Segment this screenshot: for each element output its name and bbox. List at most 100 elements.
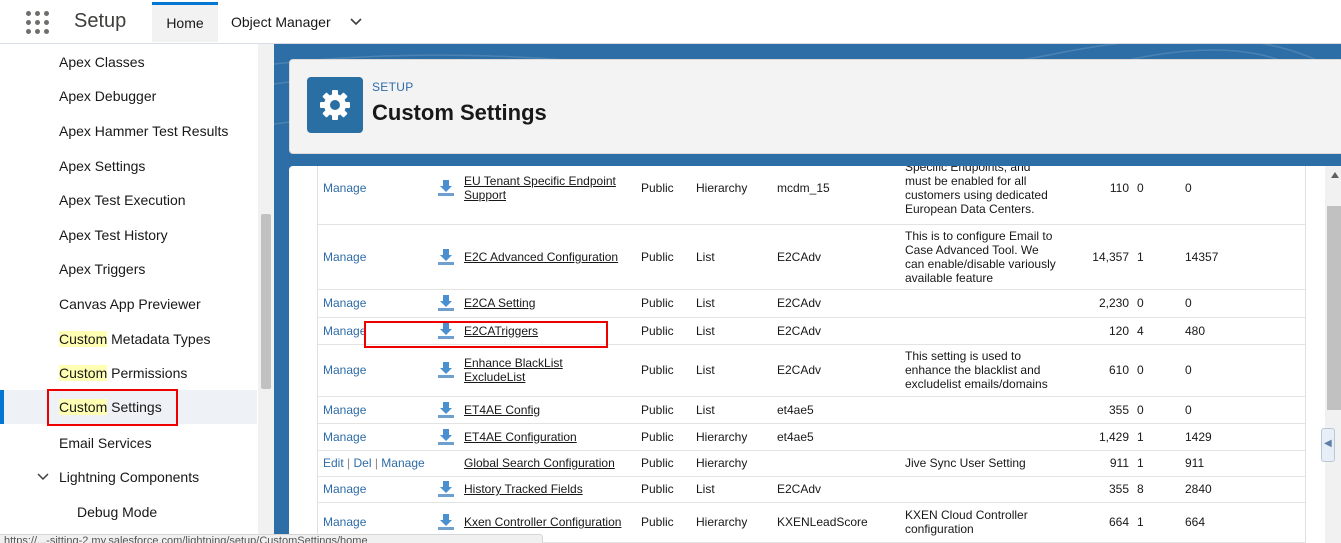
total-cell: 1429	[1185, 423, 1305, 451]
manage-link[interactable]: Manage	[318, 476, 428, 503]
size-cell: 14,357	[1065, 224, 1137, 290]
sidebar-scrollbar-thumb[interactable]	[261, 214, 271, 389]
setting-label-link[interactable]: EU Tenant Specific Endpoint Support	[464, 166, 641, 225]
download-icon[interactable]	[437, 294, 455, 312]
type-cell: Hierarchy	[696, 166, 777, 225]
sidebar-item-custom-metadata-types[interactable]: Custom Metadata Types	[0, 322, 257, 356]
table-row: Manage History Tracked Fields Public Lis…	[318, 476, 1305, 503]
custom-settings-table: Manage EU Tenant Specific Endpoint Suppor…	[318, 166, 1305, 543]
sidebar-item-apex-triggers[interactable]: Apex Triggers	[0, 252, 257, 286]
download-icon[interactable]	[437, 361, 455, 379]
setting-label-link[interactable]: E2C Advanced Configuration	[464, 224, 641, 290]
sidebar-item-label: Lightning Components	[59, 469, 200, 485]
content-scrollbar-thumb[interactable]	[1327, 206, 1341, 410]
chevron-down-icon[interactable]	[37, 460, 49, 494]
setting-label-link[interactable]: ET4AE Configuration	[464, 423, 641, 451]
del-link[interactable]: Del	[353, 456, 371, 470]
tab-home[interactable]: Home	[152, 2, 218, 42]
sidebar-item-apex-classes[interactable]: Apex Classes	[0, 45, 257, 79]
visibility-cell: Public	[641, 289, 696, 318]
total-cell: 2840	[1185, 476, 1305, 503]
description-cell: KXEN Cloud Controller configuration	[905, 502, 1065, 543]
namespace-cell: et4ae5	[777, 423, 905, 451]
annotation-highlight-box	[364, 321, 608, 348]
type-cell: List	[696, 317, 777, 345]
sidebar-item-debug-mode[interactable]: Debug Mode	[0, 495, 257, 529]
manage-link[interactable]: Manage	[318, 166, 428, 225]
download-icon[interactable]	[437, 401, 455, 419]
manage-link[interactable]: Manage	[318, 423, 428, 451]
total-cell: 14357	[1185, 224, 1305, 290]
records-cell: 0	[1137, 166, 1185, 225]
total-cell: 480	[1185, 317, 1305, 345]
type-cell: Hierarchy	[696, 423, 777, 451]
visibility-cell: Public	[641, 396, 696, 424]
row-actions: Edit | Del | Manage	[318, 450, 428, 477]
setting-label-link[interactable]: History Tracked Fields	[464, 476, 641, 503]
sidebar-item-canvas-app-previewer[interactable]: Canvas App Previewer	[0, 287, 257, 321]
scroll-up-arrow-icon[interactable]	[1330, 171, 1340, 179]
side-panel-toggle[interactable]: ◀	[1321, 428, 1335, 462]
chevron-left-icon: ◀	[1324, 438, 1332, 449]
download-icon[interactable]	[437, 513, 455, 531]
sidebar-item-custom-permissions[interactable]: Custom Permissions	[0, 356, 257, 390]
download-icon[interactable]	[437, 179, 455, 197]
type-cell: List	[696, 396, 777, 424]
visibility-cell: Public	[641, 344, 696, 397]
size-cell: 120	[1065, 317, 1137, 345]
setting-label-link[interactable]: ET4AE Config	[464, 396, 641, 424]
sidebar-item-email-services[interactable]: Email Services	[0, 426, 257, 460]
visibility-cell: Public	[641, 476, 696, 503]
search-match-highlight: Custom	[59, 331, 108, 347]
total-cell: 0	[1185, 289, 1305, 318]
sidebar-item-apex-test-execution[interactable]: Apex Test Execution	[0, 183, 257, 217]
namespace-cell	[777, 450, 905, 477]
app-title: Setup	[74, 10, 127, 32]
manage-link[interactable]: Manage	[318, 224, 428, 290]
sidebar-item-lightning-components[interactable]: Lightning Components	[0, 460, 257, 494]
type-cell: List	[696, 289, 777, 318]
edit-link[interactable]: Edit	[323, 456, 344, 470]
app-launcher-icon[interactable]	[26, 11, 50, 35]
namespace-cell: E2CAdv	[777, 289, 905, 318]
page-title: Custom Settings	[372, 100, 547, 125]
search-match-highlight: Custom	[59, 365, 108, 381]
sidebar-item-apex-settings[interactable]: Apex Settings	[0, 149, 257, 183]
description-cell	[905, 396, 1065, 424]
selected-indicator	[0, 390, 4, 424]
manage-link[interactable]: Manage	[381, 456, 424, 470]
records-cell: 1	[1137, 224, 1185, 290]
tab-object-manager[interactable]: Object Manager	[231, 2, 371, 42]
manage-link[interactable]: Manage	[318, 289, 428, 318]
namespace-cell: E2CAdv	[777, 344, 905, 397]
download-icon[interactable]	[437, 480, 455, 498]
breadcrumb[interactable]: SETUP	[372, 80, 414, 94]
setting-label-link[interactable]: E2CA Setting	[464, 289, 641, 318]
records-cell: 4	[1137, 317, 1185, 345]
records-cell: 8	[1137, 476, 1185, 503]
description-cell	[905, 476, 1065, 503]
sidebar-item-apex-test-history[interactable]: Apex Test History	[0, 218, 257, 252]
sidebar-item-label: Metadata Types	[107, 331, 211, 347]
setup-sidebar: Apex Classes Apex Debugger Apex Hammer T…	[0, 44, 274, 543]
sidebar-item-label: Permissions	[107, 365, 188, 381]
records-cell: 1	[1137, 502, 1185, 543]
size-cell: 610	[1065, 344, 1137, 397]
sidebar-item-apex-hammer-test-results[interactable]: Apex Hammer Test Results	[0, 114, 257, 148]
visibility-cell: Public	[641, 224, 696, 290]
manage-link[interactable]: Manage	[318, 396, 428, 424]
total-cell: 0	[1185, 344, 1305, 397]
description-cell	[905, 423, 1065, 451]
description-cell: This is to configure Email to Case Advan…	[905, 224, 1065, 290]
manage-link[interactable]: Manage	[318, 344, 428, 397]
setting-label-link[interactable]: Global Search Configuration	[464, 450, 641, 477]
sidebar-item-apex-debugger[interactable]: Apex Debugger	[0, 79, 257, 113]
total-cell: 911	[1185, 450, 1305, 477]
download-icon[interactable]	[437, 428, 455, 446]
download-icon[interactable]	[437, 248, 455, 266]
type-cell: Hierarchy	[696, 502, 777, 543]
type-cell: Hierarchy	[696, 450, 777, 477]
setting-label-link[interactable]: Enhance BlackList ExcludeList	[464, 344, 641, 397]
chevron-down-icon[interactable]	[349, 2, 363, 42]
global-header: Setup Home Object Manager	[0, 0, 1341, 44]
